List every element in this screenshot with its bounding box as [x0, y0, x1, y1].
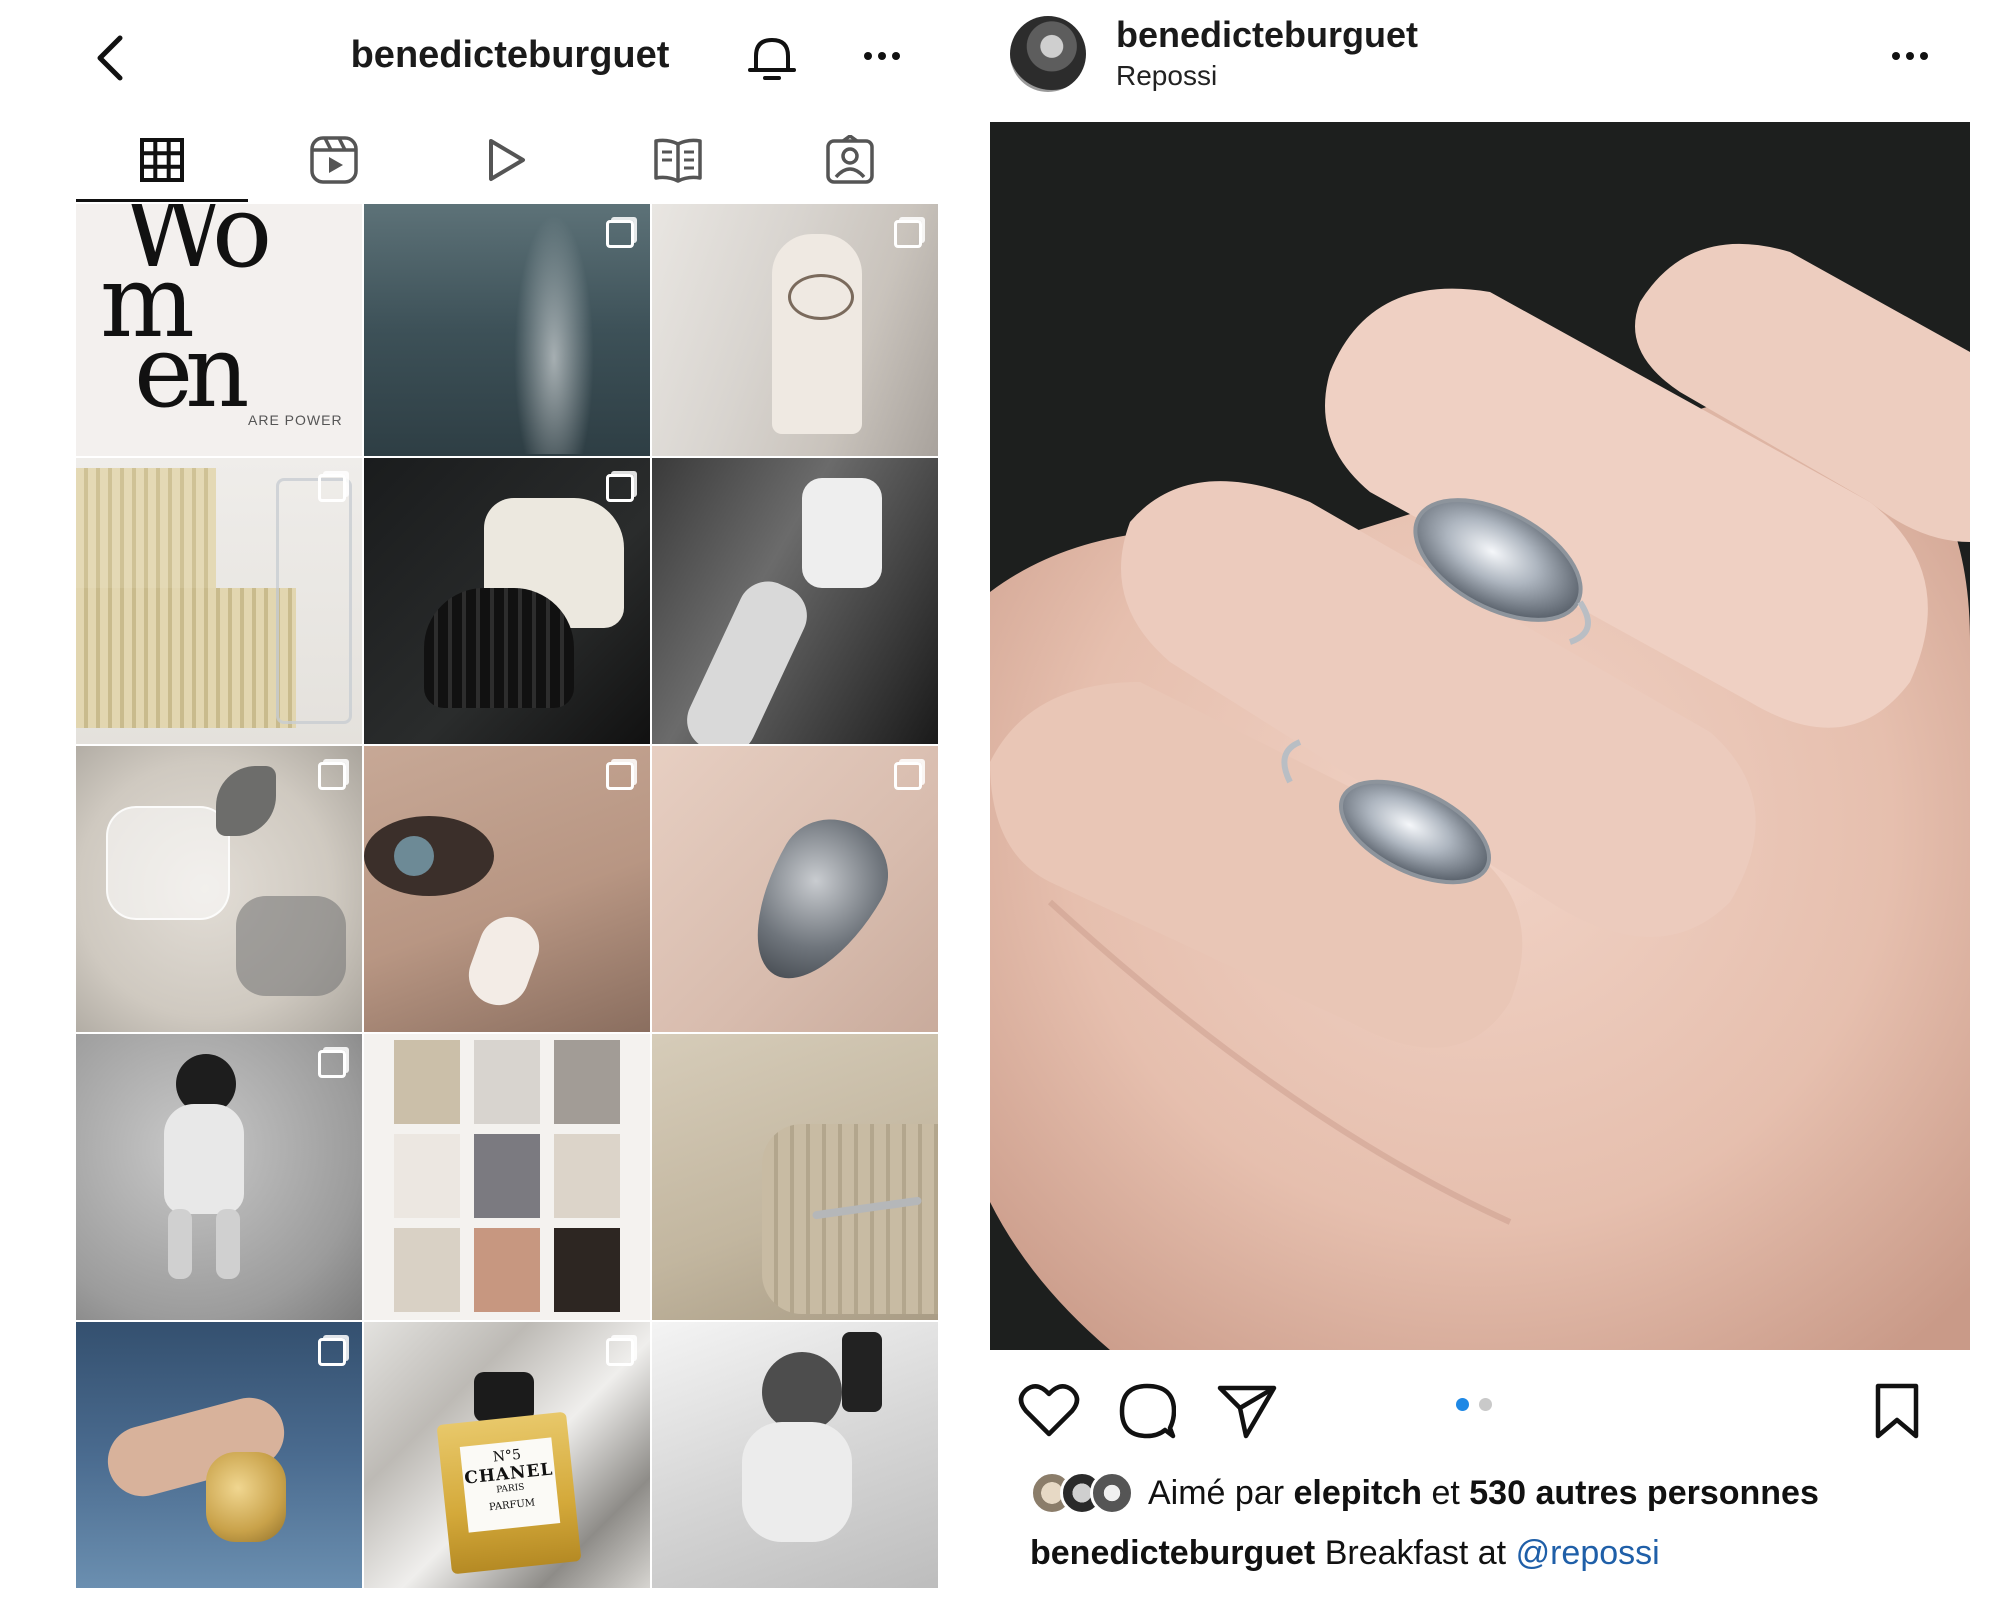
multi-post-icon — [318, 1338, 346, 1366]
tab-videos[interactable] — [420, 118, 592, 202]
caption-author[interactable]: benedicteburguet — [1030, 1534, 1315, 1572]
women-tagline: ARE POWER — [248, 412, 343, 428]
post-grid: Wo m en ARE POWER N°5 CHANEL PARIS PARFU… — [76, 204, 938, 1588]
post-more-options-icon[interactable] — [1890, 48, 1930, 64]
tab-grid[interactable] — [76, 118, 248, 202]
grid-post-gold-cuff[interactable] — [76, 1322, 362, 1588]
multi-post-icon — [894, 762, 922, 790]
profile-tab-bar — [76, 118, 936, 202]
grid-post-ice-drink[interactable] — [76, 746, 362, 1032]
likes-prefix: Aimé par — [1148, 1473, 1285, 1512]
grid-post-bag[interactable] — [364, 458, 650, 744]
caption-mention-link[interactable]: @repossi — [1516, 1534, 1660, 1572]
grid-post-chanel-perfume[interactable]: N°5 CHANEL PARIS PARFUM — [364, 1322, 650, 1588]
share-icon[interactable] — [1216, 1382, 1278, 1440]
multi-post-icon — [318, 1050, 346, 1078]
perfume-label: N°5 CHANEL PARIS PARFUM — [459, 1437, 561, 1533]
grid-post-embroidered-dress[interactable] — [652, 204, 938, 456]
grid-post-mirror-selfie[interactable] — [652, 1322, 938, 1588]
carousel-indicator — [1456, 1398, 1502, 1416]
women-word-3: en — [134, 313, 250, 430]
tab-guides[interactable] — [592, 118, 764, 202]
grid-post-legs[interactable] — [652, 458, 938, 744]
liker-avatar — [1090, 1471, 1134, 1515]
tagged-icon — [826, 135, 874, 184]
grid-post-sofa-bracelet[interactable] — [652, 1034, 938, 1320]
post-panel: benedicteburguet Repossi Aimé par elepit… — [990, 0, 2000, 1600]
bell-icon[interactable] — [744, 30, 800, 86]
back-chevron-icon[interactable] — [92, 34, 132, 82]
grid-post-toddler[interactable] — [76, 1034, 362, 1320]
video-icon — [489, 139, 525, 181]
multi-post-icon — [318, 474, 346, 502]
grid-post-collage[interactable] — [364, 1034, 650, 1320]
profile-panel: benedicteburguet Wo m en ARE POWER N°5 C… — [0, 0, 1000, 1600]
likes-summary[interactable]: Aimé par elepitch et 530 autres personne… — [1030, 1468, 1819, 1518]
multi-post-icon — [318, 762, 346, 790]
grid-icon — [140, 138, 184, 182]
likes-text: Aimé par elepitch et 530 autres personne… — [1148, 1474, 1819, 1513]
reels-icon — [310, 136, 358, 184]
more-options-icon[interactable] — [862, 48, 902, 64]
caption-text: Breakfast at — [1324, 1534, 1507, 1572]
comment-icon[interactable] — [1118, 1382, 1176, 1440]
grid-post-chair[interactable] — [76, 458, 362, 744]
post-author-username[interactable]: benedicteburguet — [1116, 14, 1418, 56]
profile-username: benedicteburguet — [350, 34, 670, 76]
tab-reels[interactable] — [248, 118, 420, 202]
guides-icon — [654, 138, 702, 183]
post-photo[interactable] — [990, 122, 1970, 1350]
likes-others[interactable]: 530 autres personnes — [1469, 1474, 1819, 1512]
bookmark-icon[interactable] — [1872, 1382, 1922, 1440]
heart-icon[interactable] — [1018, 1382, 1080, 1440]
carousel-dot-active — [1456, 1398, 1469, 1411]
carousel-dot — [1479, 1398, 1492, 1411]
hand-ring-photo — [990, 122, 1970, 1350]
likes-connector: et — [1431, 1473, 1460, 1512]
grid-post-sea[interactable] — [364, 204, 650, 456]
grid-post-skin-cream[interactable] — [364, 746, 650, 1032]
post-author-avatar[interactable] — [1010, 16, 1086, 92]
grid-post-women-are-power[interactable]: Wo m en ARE POWER — [76, 204, 362, 456]
post-caption: benedicteburguet Breakfast at @repossi — [1030, 1534, 1660, 1573]
grid-post-pear-ring[interactable] — [652, 746, 938, 1032]
post-location[interactable]: Repossi — [1116, 60, 1217, 92]
multi-post-icon — [894, 220, 922, 248]
tab-tagged[interactable] — [764, 118, 936, 202]
likes-user[interactable]: elepitch — [1294, 1474, 1422, 1512]
multi-post-icon — [606, 474, 634, 502]
multi-post-icon — [606, 220, 634, 248]
multi-post-icon — [606, 762, 634, 790]
multi-post-icon — [606, 1338, 634, 1366]
